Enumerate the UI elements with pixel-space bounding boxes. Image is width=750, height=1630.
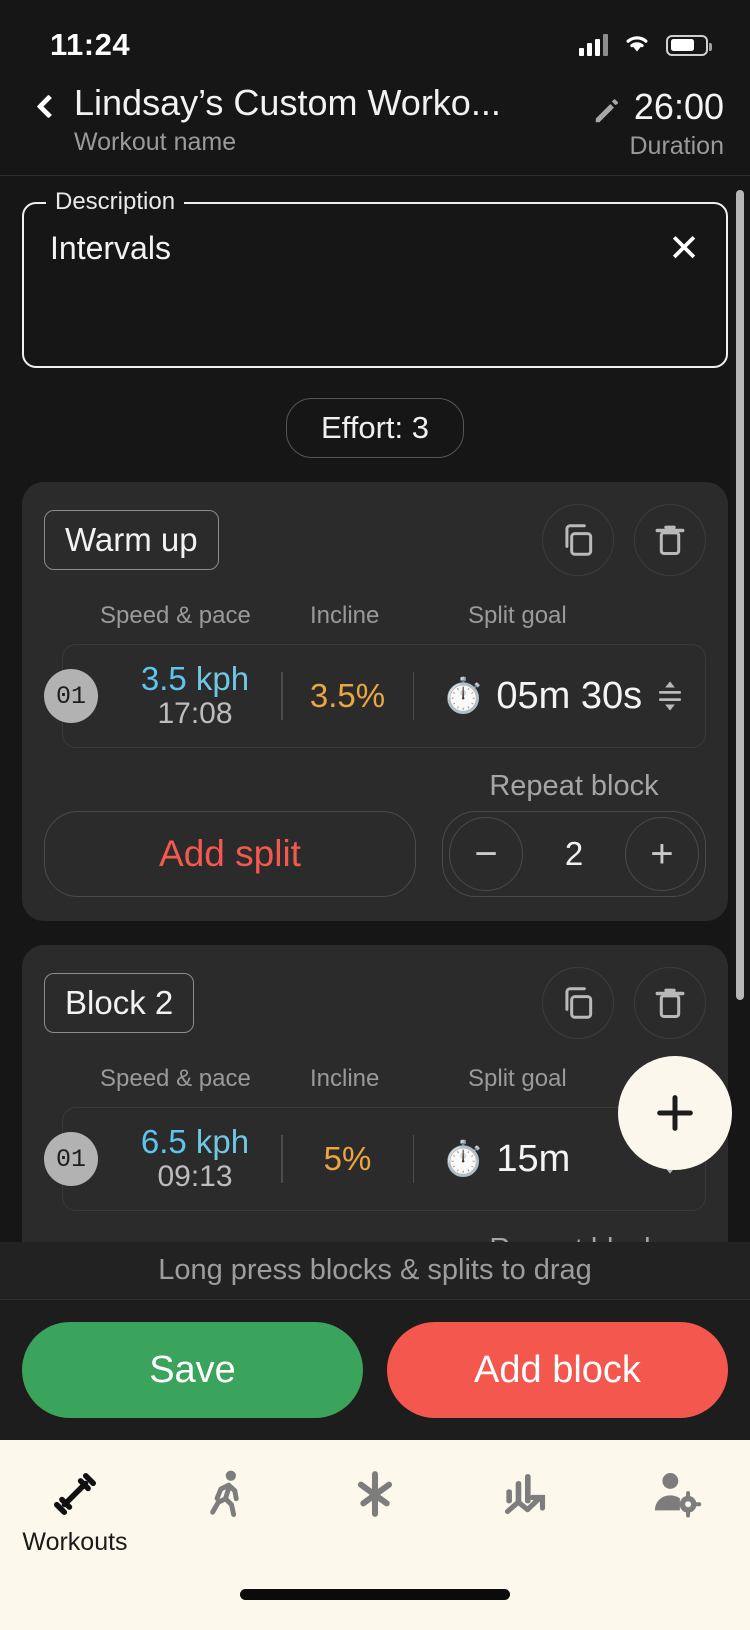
column-header-speed: Speed & pace: [100, 602, 310, 630]
tab-run[interactable]: [150, 1466, 300, 1528]
split-speed-unit: kph: [196, 1123, 249, 1160]
page-title: Lindsay’s Custom Worko...: [74, 80, 592, 125]
split-pace-value: 09:13: [109, 1160, 281, 1195]
split-incline-cell[interactable]: 5%: [283, 1140, 413, 1178]
home-indicator: [240, 1589, 510, 1600]
split-wrapper: 01 3.5 kph 17:08 3.5% ⏱️ 05m 30s: [44, 644, 706, 748]
running-person-icon: [197, 1466, 253, 1522]
description-field[interactable]: Description Intervals ✕: [22, 202, 728, 368]
repeat-block-label: Repeat block: [442, 770, 706, 803]
duration-value: 26:00: [630, 84, 725, 129]
block-header: Block 2: [44, 967, 706, 1039]
split-speed-value: 6.5: [141, 1123, 187, 1160]
drag-hint-text: Long press blocks & splits to drag: [0, 1242, 750, 1300]
copy-icon[interactable]: [542, 967, 614, 1039]
bottom-tab-bar: Workouts: [0, 1440, 750, 1630]
block-name-input[interactable]: Block 2: [44, 973, 194, 1033]
repeat-count-value: 2: [565, 835, 583, 873]
block-footer: Add split Repeat block − 2 +: [44, 1233, 706, 1242]
status-bar-indicators: [579, 31, 708, 60]
split-goal-cell[interactable]: ⏱️ 05m 30s: [414, 675, 651, 718]
split-column-headers: Speed & pace Incline Split goal: [44, 602, 706, 630]
split-pace-value: 17:08: [109, 697, 281, 732]
effort-row: Effort: 3: [22, 398, 728, 458]
split-index-badge: 01: [44, 1132, 98, 1186]
duration-label: Duration: [630, 132, 725, 161]
chevron-left-icon: [36, 94, 60, 118]
block-name-input[interactable]: Warm up: [44, 510, 219, 570]
effort-badge[interactable]: Effort: 3: [286, 398, 464, 458]
repeat-decrement-button[interactable]: −: [449, 817, 523, 891]
add-block-button[interactable]: Add block: [387, 1322, 728, 1418]
split-goal-cell[interactable]: ⏱️ 15m: [414, 1138, 651, 1181]
copy-icon[interactable]: [542, 504, 614, 576]
repeat-block-label: Repeat block: [442, 1233, 706, 1242]
split-row[interactable]: 6.5 kph 09:13 5% ⏱️ 15m: [62, 1107, 706, 1211]
workout-editor-scroll[interactable]: Description Intervals ✕ Effort: 3 Warm u…: [0, 176, 750, 1242]
duration-group[interactable]: 26:00 Duration: [592, 80, 725, 161]
column-header-speed: Speed & pace: [100, 1065, 310, 1093]
column-header-incline: Incline: [310, 602, 468, 630]
back-button[interactable]: [26, 80, 70, 115]
pencil-icon[interactable]: [592, 96, 622, 130]
block-actions: [542, 504, 706, 576]
split-row[interactable]: 3.5 kph 17:08 3.5% ⏱️ 05m 30s: [62, 644, 706, 748]
tab-program[interactable]: [300, 1466, 450, 1528]
action-bar: Save Add block: [0, 1300, 750, 1440]
tab-profile[interactable]: [600, 1466, 750, 1528]
description-input[interactable]: Intervals: [50, 230, 700, 267]
split-wrapper: 01 6.5 kph 09:13 5% ⏱️ 15m: [44, 1107, 706, 1211]
description-legend: Description: [46, 188, 184, 216]
tab-label-workouts: Workouts: [22, 1528, 127, 1557]
repeat-stepper: − 2 +: [442, 811, 706, 897]
page-header: Lindsay’s Custom Worko... Workout name 2…: [0, 76, 750, 176]
repeat-block-group: Repeat block − 2 +: [442, 770, 706, 897]
column-header-incline: Incline: [310, 1065, 468, 1093]
dumbbell-icon: [47, 1466, 103, 1522]
block-footer: Add split Repeat block − 2 +: [44, 770, 706, 897]
cellular-signal-icon: [579, 34, 608, 56]
save-button[interactable]: Save: [22, 1322, 363, 1418]
add-split-button[interactable]: Add split: [44, 811, 416, 897]
block-header: Warm up: [44, 504, 706, 576]
tab-workouts[interactable]: Workouts: [0, 1466, 150, 1557]
workout-name-label: Workout name: [74, 128, 592, 157]
wifi-icon: [620, 31, 654, 60]
drag-vertical-icon[interactable]: [651, 679, 689, 713]
block-actions: [542, 967, 706, 1039]
add-floating-action-button[interactable]: [618, 1056, 732, 1170]
stopwatch-icon: ⏱️: [442, 1142, 484, 1176]
plus-icon: [652, 1090, 698, 1136]
split-speed-cell[interactable]: 6.5 kph 09:13: [109, 1124, 281, 1195]
status-bar: 11:24: [0, 0, 750, 76]
split-speed-unit: kph: [196, 660, 249, 697]
close-x-icon[interactable]: ✕: [668, 230, 700, 268]
battery-icon: [666, 35, 708, 56]
split-column-headers: Speed & pace Incline Split goal: [44, 1065, 706, 1093]
repeat-block-group: Repeat block − 2 +: [442, 1233, 706, 1242]
asterisk-star-icon: [347, 1466, 403, 1522]
column-header-goal: Split goal: [468, 602, 706, 630]
trash-icon[interactable]: [634, 967, 706, 1039]
split-speed-cell[interactable]: 3.5 kph 17:08: [109, 661, 281, 732]
workout-block[interactable]: Warm up Speed & pace Incline Split goal …: [22, 482, 728, 921]
status-bar-time: 11:24: [50, 27, 130, 63]
split-speed-value: 3.5: [141, 660, 187, 697]
repeat-increment-button[interactable]: +: [625, 817, 699, 891]
split-goal-value: 15m: [496, 1138, 570, 1181]
analytics-chart-icon: [497, 1466, 553, 1522]
person-gear-icon: [647, 1466, 703, 1522]
workout-name-group[interactable]: Lindsay’s Custom Worko... Workout name: [70, 80, 592, 157]
trash-icon[interactable]: [634, 504, 706, 576]
split-goal-value: 05m 30s: [496, 675, 642, 718]
vertical-scrollbar[interactable]: [736, 190, 744, 1000]
split-incline-cell[interactable]: 3.5%: [283, 677, 413, 715]
tab-stats[interactable]: [450, 1466, 600, 1528]
split-index-badge: 01: [44, 669, 98, 723]
stopwatch-icon: ⏱️: [442, 679, 484, 713]
